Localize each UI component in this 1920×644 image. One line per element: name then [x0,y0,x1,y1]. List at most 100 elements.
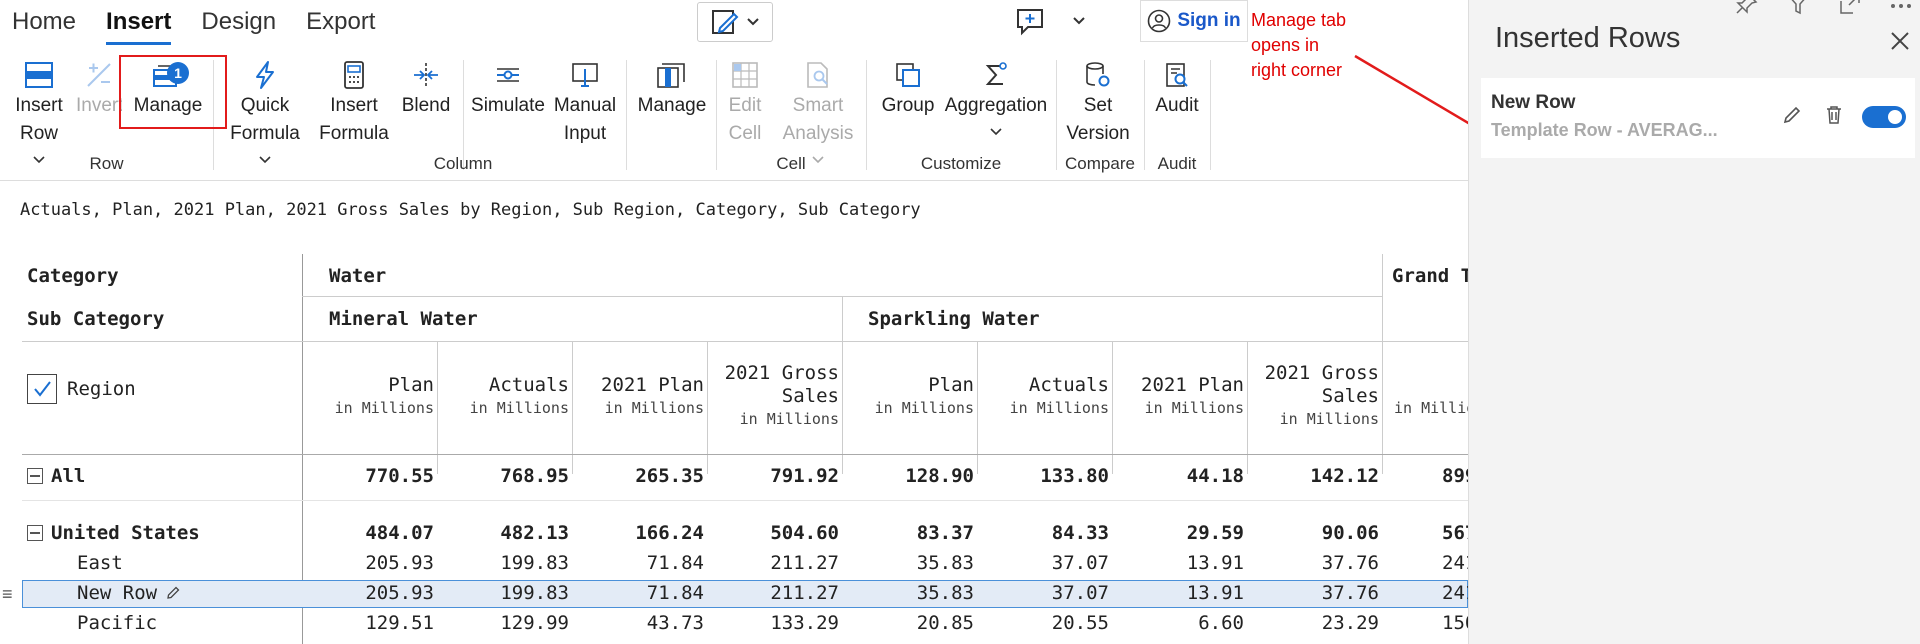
group-icon [896,63,920,87]
edit-cell-label2: Cell [728,123,762,144]
pencil-icon[interactable] [1781,104,1803,126]
table-cell[interactable]: 35.83 [848,552,974,574]
expand-icon[interactable] [1838,0,1862,16]
quick-formula-label: Quick [240,95,290,116]
invert-button[interactable]: Invert [76,52,122,120]
sparkling-water-header[interactable]: Sparkling Water [868,308,1040,330]
table-cell[interactable]: 211.27 [713,552,839,574]
table-cell[interactable]: 90.06 [1253,522,1379,544]
trash-icon[interactable] [1823,104,1845,126]
table-cell[interactable]: 13.91 [1118,552,1244,574]
column-header[interactable]: 2021 Plan in Millions [1118,374,1244,420]
table-cell[interactable]: 482.13 [443,522,569,544]
table-cell[interactable]: 241 [1442,582,1468,604]
table-cell[interactable]: 133.29 [713,612,839,634]
table-cell[interactable]: 504.60 [713,522,839,544]
table-cell[interactable]: 199.83 [443,552,569,574]
table-cell[interactable]: 129.51 [308,612,434,634]
table-cell[interactable]: 23.29 [1253,612,1379,634]
more-icon[interactable] [1890,0,1912,16]
table-cell[interactable]: 567 [1442,522,1468,544]
table-cell[interactable]: 43.73 [578,612,704,634]
table-cell[interactable]: 13.91 [1118,582,1244,604]
manage-columns-button[interactable]: Manage [632,52,712,120]
edit-cell-button[interactable]: Edit Cell [720,52,770,148]
table-cell[interactable]: 128.90 [848,465,974,487]
collapse-icon[interactable] [27,525,43,541]
table-cell[interactable]: 199.83 [443,582,569,604]
table-divider [1382,254,1383,474]
table-cell[interactable]: 84.33 [983,522,1109,544]
mineral-water-header[interactable]: Mineral Water [329,308,478,330]
set-version-button[interactable]: Set Version [1062,52,1134,148]
table-cell[interactable]: 71.84 [578,552,704,574]
drag-handle-icon[interactable]: ≡ [2,585,13,603]
table-cell[interactable]: 205.93 [308,552,434,574]
pencil-icon[interactable] [165,585,181,601]
grand-total-header[interactable]: Grand Total [1392,265,1468,287]
blend-button[interactable]: Blend [396,52,456,120]
insert-formula-label2: Formula [319,123,389,144]
table-cell[interactable]: 205.93 [308,582,434,604]
quick-formula-button[interactable]: Quick Formula [222,52,308,166]
column-header[interactable]: 2021 Gross Sales in Millions [713,362,839,431]
filter-icon[interactable] [1786,0,1810,16]
table-cell[interactable]: 29.59 [1118,522,1244,544]
inserted-row-card[interactable]: New Row Template Row - AVERAG... [1481,78,1915,158]
region-header[interactable]: Region [27,374,136,404]
table-cell[interactable]: 166.24 [578,522,704,544]
column-header[interactable]: Plan in Millions [308,374,434,420]
row-label-text: All [51,465,86,487]
checkbox-checked-icon[interactable] [27,374,57,404]
row-enabled-toggle[interactable] [1862,106,1906,128]
blend-icon [414,63,438,87]
insert-row-button[interactable]: Insert Row [8,52,70,166]
aggregation-button[interactable]: Aggregation [944,52,1048,138]
insert-formula-button[interactable]: Insert Formula [316,52,392,148]
table-cell[interactable]: 150 [1442,612,1468,634]
table-cell[interactable]: 241 [1442,552,1468,574]
column-header[interactable]: 2021 Plan in Millions [578,374,704,420]
column-header-unit: in Millions [1144,399,1244,417]
column-header[interactable]: in Millions [1388,397,1474,420]
table-cell[interactable]: 129.99 [443,612,569,634]
table-cell[interactable]: 20.55 [983,612,1109,634]
column-header[interactable]: Actuals in Millions [443,374,569,420]
edit-cell-icon [732,62,758,88]
table-cell[interactable]: 768.95 [443,465,569,487]
simulate-button[interactable]: Simulate [470,52,546,120]
close-icon[interactable] [1889,30,1911,52]
water-header[interactable]: Water [329,265,386,287]
table-cell[interactable]: 83.37 [848,522,974,544]
table-cell[interactable]: 37.07 [983,552,1109,574]
group-row-label: Row [89,154,124,173]
pin-icon[interactable] [1734,0,1758,16]
table-cell[interactable]: 899 [1442,465,1468,487]
card-row-template: Template Row - AVERAG... [1491,120,1718,140]
table-cell[interactable]: 484.07 [308,522,434,544]
table-cell[interactable]: 37.76 [1253,582,1379,604]
table-cell[interactable]: 35.83 [848,582,974,604]
table-cell[interactable]: 71.84 [578,582,704,604]
table-cell[interactable]: 6.60 [1118,612,1244,634]
table-cell[interactable]: 133.80 [983,465,1109,487]
collapse-icon[interactable] [27,468,43,484]
table-divider [842,296,843,474]
group-button[interactable]: Group [876,52,940,120]
manual-input-button[interactable]: Manual Input [550,52,620,148]
table-cell[interactable]: 770.55 [308,465,434,487]
table-cell[interactable]: 142.12 [1253,465,1379,487]
audit-button[interactable]: Audit [1148,52,1206,120]
manage-columns-label: Manage [637,95,707,116]
column-header[interactable]: 2021 Gross Sales in Millions [1253,362,1379,431]
table-cell[interactable]: 37.07 [983,582,1109,604]
column-header[interactable]: Plan in Millions [848,374,974,420]
table-cell[interactable]: 265.35 [578,465,704,487]
table-cell[interactable]: 211.27 [713,582,839,604]
column-header[interactable]: Actuals in Millions [983,374,1109,420]
table-cell[interactable]: 37.76 [1253,552,1379,574]
table-cell[interactable]: 20.85 [848,612,974,634]
smart-analysis-button[interactable]: Smart Analysis [772,52,864,166]
table-cell[interactable]: 791.92 [713,465,839,487]
table-cell[interactable]: 44.18 [1118,465,1244,487]
